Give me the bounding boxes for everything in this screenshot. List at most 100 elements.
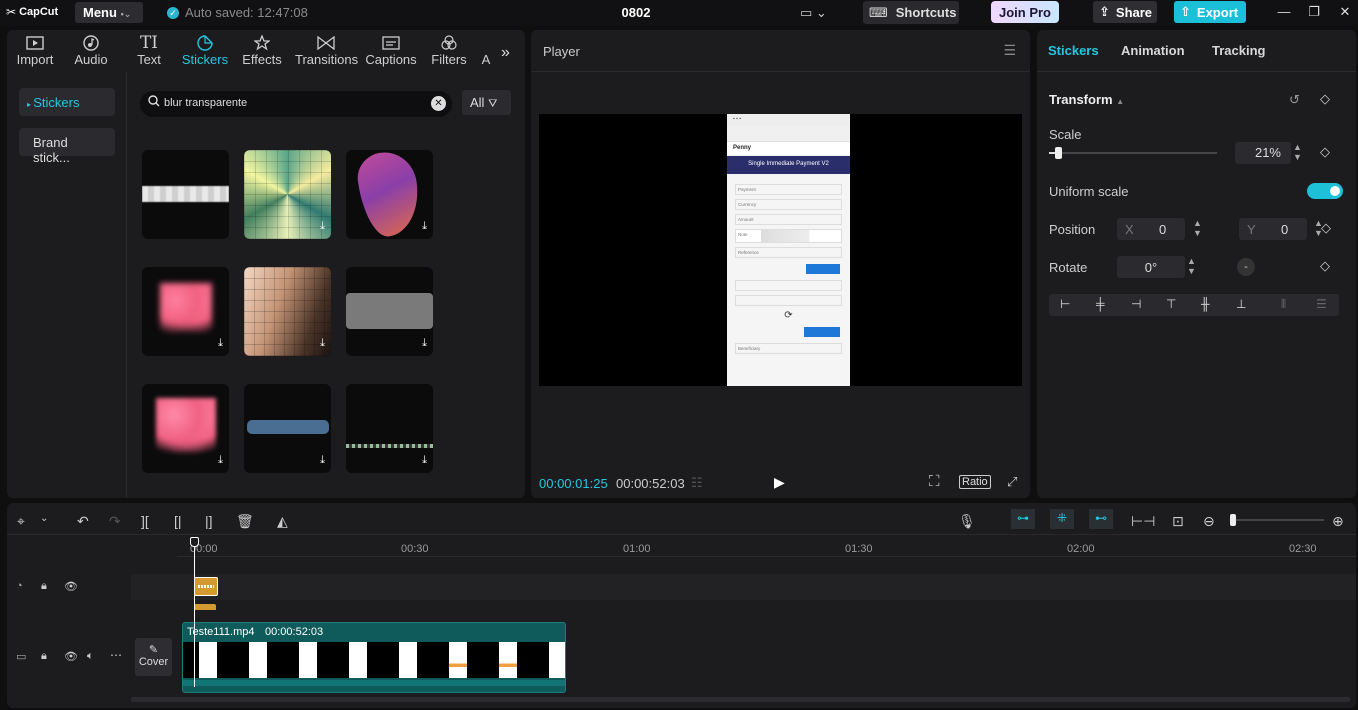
hamburger-menu-icon[interactable]: ☰ (1003, 42, 1016, 59)
zoom-fit-icon[interactable]: ⊡ (1172, 513, 1184, 530)
tab-audio[interactable]: Audio (71, 34, 111, 70)
ratio-button[interactable]: Ratio (959, 475, 991, 489)
scale-input[interactable]: 21% (1235, 142, 1291, 164)
sticker-tile[interactable]: ⤓ (244, 150, 331, 239)
eye-icon[interactable]: 👁︎ (64, 650, 78, 663)
tab-captions[interactable]: Captions (365, 34, 417, 70)
auto-snap-icon[interactable]: ⁜ (1050, 509, 1074, 529)
sticker-tile[interactable] (142, 150, 229, 239)
zoom-in-icon[interactable]: ⊕ (1332, 513, 1344, 530)
download-icon[interactable]: ⤓ (218, 337, 223, 350)
tab-import[interactable]: Import (13, 34, 57, 70)
chevron-down-icon[interactable]: ⌄ (40, 513, 48, 524)
video-clip[interactable]: Teste111.mp4 00:00:52:03 (182, 622, 566, 693)
tab-adjustment[interactable]: A (481, 34, 491, 70)
tab-stickers-inspector[interactable]: Stickers (1048, 43, 1099, 58)
filter-dropdown[interactable]: All ⛛ (462, 90, 511, 115)
sticker-tile[interactable]: ⤓ (244, 267, 331, 356)
close-icon[interactable]: ✕ (1337, 4, 1353, 20)
rotate-dial-icon[interactable]: - (1237, 258, 1255, 276)
export-button[interactable]: ⇧ Export (1174, 1, 1246, 23)
timeline-scrollbar[interactable] (131, 697, 1350, 702)
tab-text[interactable]: TI Text (133, 33, 165, 70)
keyframe-icon[interactable]: ◇ (1320, 144, 1330, 160)
main-track-magnet-icon[interactable]: ⊶ (1011, 509, 1035, 529)
download-icon[interactable]: ⤓ (218, 454, 223, 467)
undo-icon[interactable]: ↶ (77, 513, 89, 530)
zoom-slider[interactable] (1230, 514, 1324, 526)
split-right-icon[interactable]: |] (205, 513, 213, 529)
audio-mute-icon[interactable]: 🔈︎ (87, 650, 94, 663)
keyframe-icon[interactable]: ◇ (1321, 220, 1331, 236)
linkage-icon[interactable]: ⊷ (1089, 509, 1113, 529)
tab-transitions[interactable]: Transitions (295, 34, 358, 70)
clear-search-icon[interactable]: ✕ (431, 96, 446, 111)
maximize-icon[interactable]: ❐ (1306, 4, 1322, 20)
video-preview[interactable]: ▪ ▪ ▪ Penny Single Immediate Payment V2 … (539, 114, 1022, 386)
tab-animation[interactable]: Animation (1121, 43, 1185, 58)
rotate-input[interactable]: 0° (1117, 256, 1185, 278)
eye-icon[interactable]: 👁︎ (64, 580, 78, 593)
timeline-ruler[interactable]: 00:00 00:30 01:00 01:30 02:00 02:30 (177, 537, 1356, 557)
microphone-icon[interactable]: 🎙 (958, 513, 976, 530)
select-cursor-icon[interactable]: ⌖ (17, 513, 25, 530)
align-center-h-icon[interactable]: ╪ (1096, 297, 1105, 311)
sidebar-item-stickers[interactable]: ▸ Stickers (19, 88, 115, 116)
sticker-clip[interactable] (194, 577, 218, 596)
sidebar-item-brand-stickers[interactable]: Brand stick... (19, 128, 115, 165)
menu-button[interactable]: Menu •⌄ (75, 2, 143, 23)
preview-axis-icon[interactable]: ⊢⊣ (1131, 513, 1155, 530)
more-tabs-icon[interactable]: » (501, 44, 510, 62)
playhead[interactable] (194, 537, 195, 687)
tab-tracking[interactable]: Tracking (1212, 43, 1265, 58)
align-middle-v-icon[interactable]: ╫ (1201, 297, 1210, 311)
sticker-tile[interactable]: ⤓ (142, 384, 229, 473)
download-icon[interactable]: ⤓ (422, 220, 427, 233)
x-stepper-icon[interactable]: ▲ ▼ (1193, 218, 1202, 238)
transform-section[interactable]: Transform ▲ (1049, 92, 1124, 107)
sticker-tile[interactable]: ⤓ (142, 267, 229, 356)
download-icon[interactable]: ⤓ (320, 337, 325, 350)
position-x-input[interactable]: X 0 (1117, 218, 1185, 240)
playhead-handle[interactable] (190, 537, 199, 547)
scale-stepper-icon[interactable]: ▲ ▼ (1293, 142, 1302, 162)
keyframe-icon[interactable]: ◇ (1320, 258, 1330, 274)
lock-icon[interactable]: 🔒︎ (41, 650, 47, 663)
share-button[interactable]: ⇪ Share (1093, 1, 1157, 23)
more-options-icon[interactable]: ⋯ (110, 648, 122, 662)
lock-icon[interactable]: 🔒︎ (41, 580, 47, 593)
shortcuts-button[interactable]: ⌨ Shortcuts (863, 1, 959, 24)
download-icon[interactable]: ⤓ (320, 220, 325, 233)
download-icon[interactable]: ⤓ (320, 454, 325, 467)
split-icon[interactable]: ][ (141, 513, 149, 529)
layout-icon[interactable]: ▭ ⌄ (800, 5, 827, 21)
tab-effects[interactable]: Effects (240, 34, 284, 70)
keyframe-icon[interactable]: ◇ (1320, 91, 1330, 107)
split-left-icon[interactable]: [| (174, 513, 182, 529)
crop-fit-icon[interactable]: ⛶ (929, 473, 940, 490)
sticker-tile[interactable]: ⤓ (346, 384, 433, 473)
minimize-icon[interactable]: — (1276, 4, 1292, 20)
download-icon[interactable]: ⤓ (422, 337, 427, 350)
mirror-icon[interactable]: ◭ (277, 513, 288, 530)
tab-filters[interactable]: Filters (429, 34, 469, 70)
position-y-input[interactable]: Y 0 (1239, 218, 1307, 240)
play-icon[interactable]: ▶ (774, 474, 785, 491)
sticker-tile[interactable]: ⤓ (346, 267, 433, 356)
zoom-slider-handle[interactable] (1230, 514, 1236, 526)
cover-button[interactable]: ✎ Cover (135, 638, 172, 676)
rotate-stepper-icon[interactable]: ▲ ▼ (1187, 256, 1196, 276)
delete-icon[interactable]: 🗑 (236, 513, 254, 530)
scale-slider[interactable] (1049, 147, 1217, 159)
sticker-tile[interactable]: ⤓ (244, 384, 331, 473)
tab-stickers[interactable]: Stickers (179, 34, 231, 70)
align-left-icon[interactable]: ⊢ (1060, 297, 1070, 311)
zoom-out-icon[interactable]: ⊖ (1203, 513, 1215, 530)
reset-icon[interactable]: ↺ (1289, 92, 1300, 108)
align-bottom-icon[interactable]: ⊥ (1236, 297, 1246, 311)
sticker-tile[interactable]: ⤓ (346, 150, 433, 239)
scale-slider-handle[interactable] (1055, 147, 1062, 159)
sticker-clip-2[interactable] (194, 604, 216, 610)
download-icon[interactable]: ⤓ (422, 454, 427, 467)
align-top-icon[interactable]: ⊤ (1166, 297, 1176, 311)
